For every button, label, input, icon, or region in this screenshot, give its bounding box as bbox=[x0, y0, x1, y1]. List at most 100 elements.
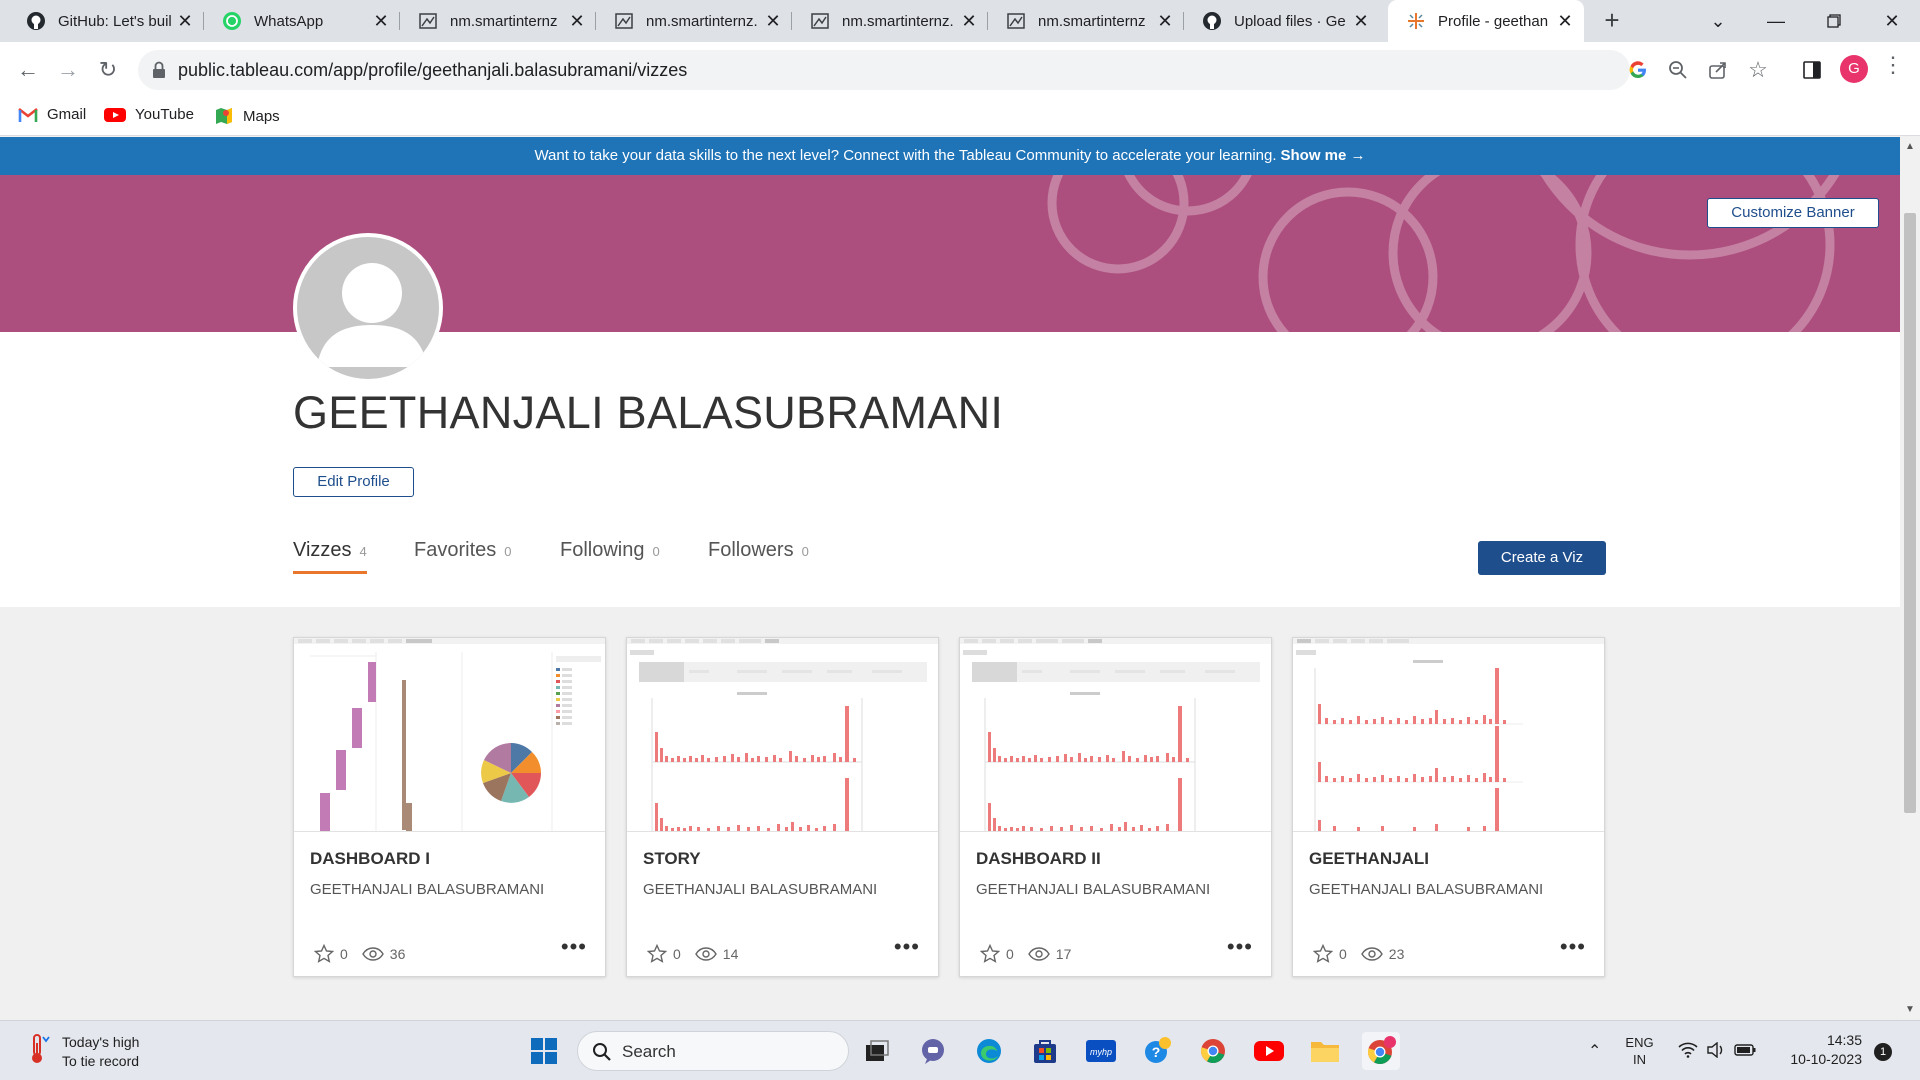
myhp-icon[interactable]: myhp bbox=[1082, 1032, 1120, 1070]
close-icon[interactable]: ✕ bbox=[372, 11, 390, 32]
more-options-icon[interactable]: ••• bbox=[1560, 936, 1586, 958]
tab-followers[interactable]: Followers 0 bbox=[708, 539, 809, 562]
bookmark-gmail[interactable]: Gmail bbox=[18, 106, 86, 123]
viz-card[interactable]: STORY GEETHANJALI BALASUBRAMANI 0 14 ••• bbox=[626, 637, 939, 977]
thermometer-icon bbox=[26, 1033, 50, 1070]
browser-tab[interactable]: GitHub: Let's buil ✕ bbox=[8, 0, 204, 42]
bookmark-maps[interactable]: Maps bbox=[214, 106, 280, 126]
customize-banner-button[interactable]: Customize Banner bbox=[1707, 198, 1879, 228]
viz-card[interactable]: DASHBOARD I GEETHANJALI BALASUBRAMANI 0 … bbox=[293, 637, 606, 977]
browser-tab[interactable]: nm.smartinternz. ✕ bbox=[596, 0, 792, 42]
side-panel-icon[interactable] bbox=[1798, 56, 1826, 84]
chevron-up-icon[interactable]: ⌃ bbox=[1588, 1041, 1601, 1061]
youtube-app-icon[interactable] bbox=[1250, 1032, 1288, 1070]
close-icon[interactable]: ✕ bbox=[960, 11, 978, 32]
taskbar-search[interactable]: Search bbox=[577, 1031, 849, 1071]
share-icon[interactable] bbox=[1704, 56, 1732, 84]
active-tab-underline bbox=[293, 571, 367, 574]
help-icon[interactable]: ? bbox=[1138, 1032, 1176, 1070]
favorite-star-icon[interactable] bbox=[314, 944, 334, 963]
weather-widget[interactable]: Today's high To tie record bbox=[26, 1033, 139, 1071]
scroll-up-icon[interactable]: ▲ bbox=[1905, 141, 1915, 152]
close-icon[interactable]: ✕ bbox=[1156, 11, 1174, 32]
viz-card[interactable]: GEETHANJALI GEETHANJALI BALASUBRAMANI 0 … bbox=[1292, 637, 1605, 977]
viz-card[interactable]: DASHBOARD II GEETHANJALI BALASUBRAMANI 0… bbox=[959, 637, 1272, 977]
url-text: public.tableau.com/app/profile/geethanja… bbox=[178, 60, 688, 80]
viz-thumbnail[interactable] bbox=[627, 638, 938, 832]
promo-show-me-link[interactable]: Show me → bbox=[1281, 147, 1366, 164]
browser-tab[interactable]: nm.smartinternz ✕ bbox=[988, 0, 1184, 42]
weather-line2: To tie record bbox=[62, 1053, 140, 1069]
tab-search-icon[interactable]: ⌄ bbox=[1690, 0, 1746, 42]
zoom-icon[interactable] bbox=[1664, 56, 1692, 84]
edge-icon[interactable] bbox=[970, 1032, 1008, 1070]
viz-thumbnail[interactable] bbox=[960, 638, 1271, 832]
bookmark-youtube[interactable]: YouTube bbox=[104, 106, 194, 123]
viz-title[interactable]: STORY bbox=[643, 849, 701, 869]
google-icon[interactable] bbox=[1624, 56, 1652, 84]
back-icon[interactable]: ← bbox=[12, 54, 44, 86]
tab-title: nm.smartinternz. bbox=[646, 12, 758, 30]
viz-title[interactable]: GEETHANJALI bbox=[1309, 849, 1429, 869]
forward-icon[interactable]: → bbox=[52, 54, 84, 86]
viz-title[interactable]: DASHBOARD I bbox=[310, 849, 430, 869]
close-icon[interactable]: ✕ bbox=[1556, 11, 1574, 32]
scrollbar-thumb[interactable] bbox=[1904, 213, 1916, 813]
more-options-icon[interactable]: ••• bbox=[1227, 936, 1253, 958]
chrome-icon[interactable] bbox=[1194, 1032, 1232, 1070]
restore-button[interactable] bbox=[1806, 0, 1862, 42]
wifi-icon[interactable] bbox=[1678, 1042, 1698, 1061]
favorite-star-icon[interactable] bbox=[980, 944, 1000, 963]
viz-stats: 0 23 bbox=[1313, 944, 1418, 963]
language-indicator[interactable]: ENG IN bbox=[1625, 1034, 1653, 1068]
browser-tab[interactable]: WhatsApp ✕ bbox=[204, 0, 400, 42]
edit-profile-button[interactable]: Edit Profile bbox=[293, 467, 414, 497]
github-icon bbox=[1202, 11, 1222, 31]
task-view-icon[interactable] bbox=[858, 1032, 896, 1070]
create-viz-button[interactable]: Create a Viz bbox=[1478, 541, 1606, 575]
browser-tab[interactable]: nm.smartinternz. ✕ bbox=[792, 0, 988, 42]
tab-favorites[interactable]: Favorites 0 bbox=[414, 539, 511, 562]
page-scrollbar[interactable]: ▲ ▼ bbox=[1900, 137, 1920, 1019]
promo-text: Want to take your data skills to the nex… bbox=[534, 147, 1277, 164]
bookmark-star-icon[interactable]: ☆ bbox=[1744, 56, 1772, 84]
system-clock[interactable]: 14:35 10-10-2023 bbox=[1776, 1031, 1862, 1069]
chrome-active-icon[interactable] bbox=[1362, 1032, 1400, 1070]
close-icon[interactable]: ✕ bbox=[1352, 11, 1370, 32]
more-options-icon[interactable]: ••• bbox=[894, 936, 920, 958]
window-close-button[interactable]: ✕ bbox=[1864, 0, 1920, 42]
chrome-profile-avatar[interactable]: G bbox=[1840, 55, 1868, 83]
address-bar[interactable]: public.tableau.com/app/profile/geethanja… bbox=[138, 50, 1768, 90]
battery-icon[interactable] bbox=[1733, 1043, 1756, 1059]
tab-vizzes[interactable]: Vizzes 4 bbox=[293, 539, 367, 574]
viz-title[interactable]: DASHBOARD II bbox=[976, 849, 1101, 869]
viz-author[interactable]: GEETHANJALI BALASUBRAMANI bbox=[643, 881, 877, 898]
more-options-icon[interactable]: ⋮ bbox=[1882, 52, 1904, 78]
views-eye-icon bbox=[361, 946, 384, 961]
viz-thumbnail[interactable] bbox=[294, 638, 605, 832]
scroll-down-icon[interactable]: ▼ bbox=[1905, 1004, 1915, 1015]
tab-following[interactable]: Following 0 bbox=[560, 539, 660, 562]
teams-chat-icon[interactable] bbox=[914, 1032, 952, 1070]
browser-tab-active[interactable]: Profile - geethan ✕ bbox=[1388, 0, 1584, 42]
browser-tab[interactable]: nm.smartinternz ✕ bbox=[400, 0, 596, 42]
file-explorer-icon[interactable] bbox=[1306, 1032, 1344, 1070]
notification-badge[interactable]: 1 bbox=[1874, 1043, 1892, 1061]
favorite-star-icon[interactable] bbox=[647, 944, 667, 963]
viz-author[interactable]: GEETHANJALI BALASUBRAMANI bbox=[310, 881, 544, 898]
browser-tab[interactable]: Upload files · Ge ✕ bbox=[1184, 0, 1380, 42]
favorite-star-icon[interactable] bbox=[1313, 944, 1333, 963]
volume-icon[interactable] bbox=[1706, 1041, 1726, 1061]
reload-icon[interactable]: ↻ bbox=[92, 54, 124, 86]
minimize-button[interactable]: — bbox=[1748, 0, 1804, 42]
close-icon[interactable]: ✕ bbox=[176, 11, 194, 32]
more-options-icon[interactable]: ••• bbox=[561, 936, 587, 958]
new-tab-button[interactable]: + bbox=[1596, 5, 1628, 37]
close-icon[interactable]: ✕ bbox=[568, 11, 586, 32]
viz-author[interactable]: GEETHANJALI BALASUBRAMANI bbox=[976, 881, 1210, 898]
start-button[interactable] bbox=[525, 1032, 563, 1070]
viz-author[interactable]: GEETHANJALI BALASUBRAMANI bbox=[1309, 881, 1543, 898]
viz-thumbnail[interactable] bbox=[1293, 638, 1604, 832]
microsoft-store-icon[interactable] bbox=[1026, 1032, 1064, 1070]
close-icon[interactable]: ✕ bbox=[764, 11, 782, 32]
